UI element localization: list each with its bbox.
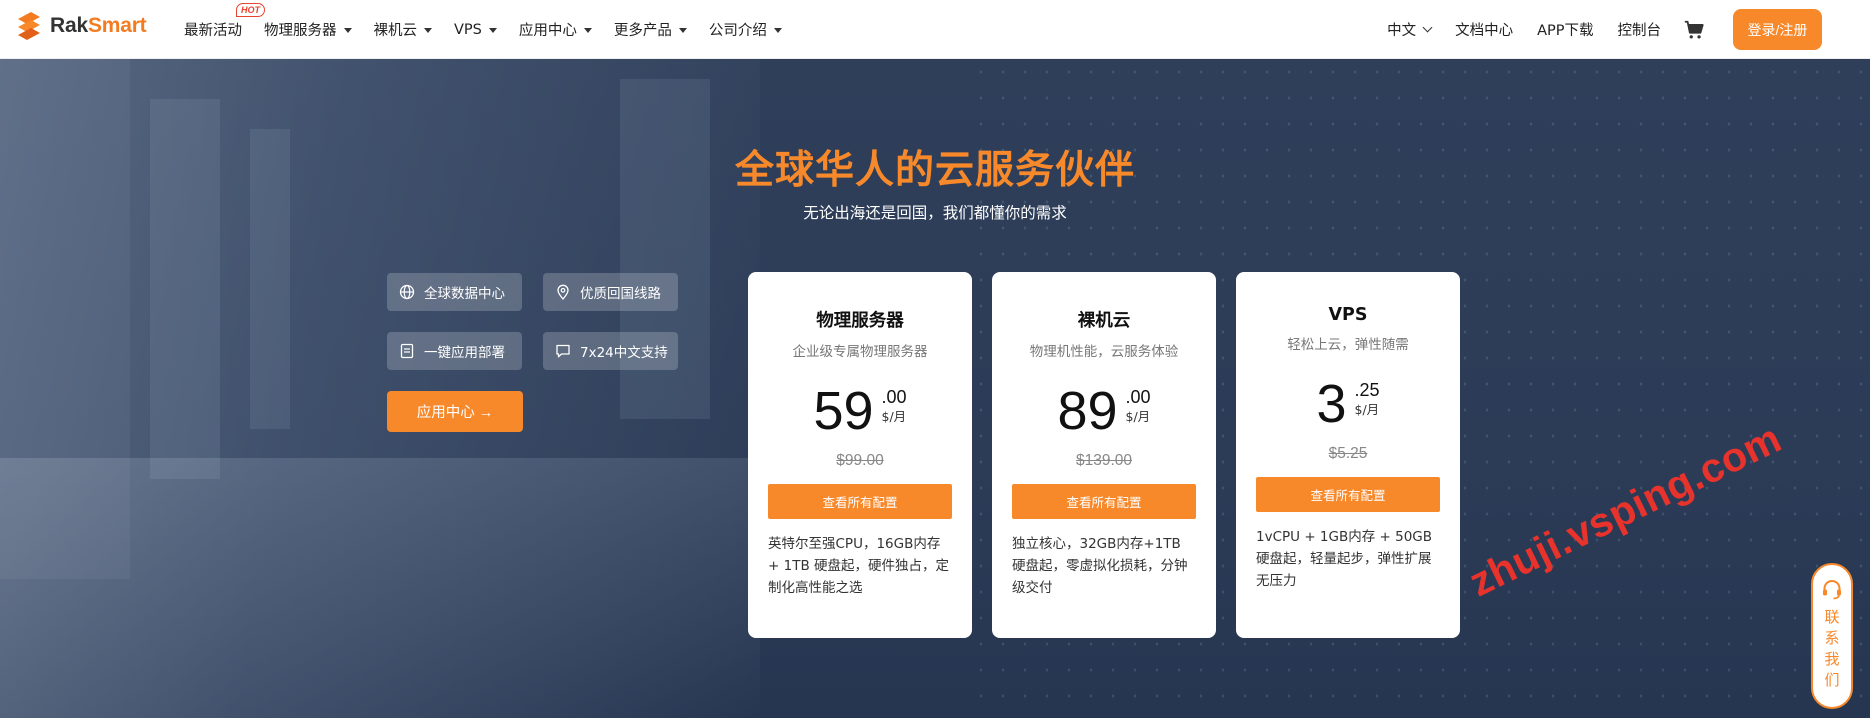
app-center-button[interactable]: 应用中心 → [387,391,523,432]
feature-chinese-support[interactable]: 7x24中文支持 [543,332,678,370]
feature-label: 优质回国线路 [580,286,661,302]
plan-desc: 企业级专属物理服务器 [792,344,928,360]
price-integer: 89 [1057,381,1118,441]
plan-price: 3 .25 $/月 [1236,375,1460,433]
nav-item-latest-events[interactable]: 最新活动 HOT [184,3,265,40]
plan-title: 物理服务器 [816,311,904,331]
original-price: $99.00 [836,452,884,469]
caret-down-icon [343,27,352,33]
language-selector[interactable]: 中文 [1387,19,1433,40]
hero-subtitle: 无论出海还是回国，我们都懂你的需求 [803,204,1067,222]
feature-label: 一键应用部署 [424,345,505,361]
view-configs-button[interactable]: 查看所有配置 [1256,477,1440,512]
caret-down-icon [678,27,687,33]
nav-item-vps[interactable]: VPS [454,22,497,38]
nav-label: 应用中心 [518,23,577,39]
plan-title: VPS [1328,305,1368,325]
original-price: $139.00 [1075,452,1133,469]
hero-title: 全球华人的云服务伙伴 [734,148,1135,193]
language-label: 中文 [1387,23,1417,39]
original-price: $5.25 [1328,445,1368,462]
chat-icon [556,344,570,358]
price-unit: $/月 [881,409,907,424]
console-link[interactable]: 控制台 [1618,19,1662,40]
contact-label: 联系我们 [1824,608,1840,689]
price-integer: 3 [1316,374,1347,434]
utility-nav: 中文 文档中心 APP下载 控制台 登录/注册 [1363,0,1822,59]
caret-down-icon [773,27,782,33]
plan-desc: 轻松上云，弹性随需 [1287,337,1409,353]
nav-label: 更多产品 [613,23,672,39]
nav-label: 裸机云 [373,23,418,39]
hot-badge: HOT [236,3,265,17]
plan-price: 59 .00 $/月 [748,382,972,440]
feature-label: 全球数据中心 [424,286,505,302]
price-decimal: .00 [1125,387,1151,407]
plan-description: 英特尔至强CPU，16GB内存 + 1TB 硬盘起，硬件独占，定制化高性能之选 [768,536,949,596]
price-integer: 59 [813,381,874,441]
plan-description: 独立核心，32GB内存+1TB 硬盘起，零虚拟化损耗，分钟级交付 [1012,536,1188,596]
hero-banner: 全球华人的云服务伙伴 无论出海还是回国，我们都懂你的需求 全球数据中心 优质回国… [0,59,1870,718]
document-icon [400,343,414,359]
feature-one-click-deploy[interactable]: 一键应用部署 [387,332,522,370]
nav-item-about-company[interactable]: 公司介绍 [709,19,782,40]
plan-card-bare-metal-cloud: 裸机云 物理机性能，云服务体验 89 .00 $/月 $139.00 查看所有配… [992,272,1216,638]
caret-down-icon [583,27,592,33]
price-unit: $/月 [1354,402,1380,417]
nav-item-more-products[interactable]: 更多产品 [614,19,687,40]
feature-global-datacenter[interactable]: 全球数据中心 [387,273,522,311]
plan-card-dedicated-server: 物理服务器 企业级专属物理服务器 59 .00 $/月 $99.00 查看所有配… [748,272,972,638]
plan-price: 89 .00 $/月 [992,382,1216,440]
price-unit: $/月 [1125,409,1151,424]
docs-link[interactable]: 文档中心 [1455,19,1513,40]
nav-label: 物理服务器 [264,23,337,39]
logo-text: RakSmart [50,14,147,37]
nav-item-bare-metal-cloud[interactable]: 裸机云 [373,19,432,40]
nav-item-dedicated-server[interactable]: 物理服务器 [264,19,352,40]
view-configs-button[interactable]: 查看所有配置 [768,484,952,519]
location-pin-icon [557,284,569,300]
headset-icon [1823,580,1841,600]
caret-down-icon [424,27,432,33]
view-configs-button[interactable]: 查看所有配置 [1012,484,1196,519]
plan-card-vps: VPS 轻松上云，弹性随需 3 .25 $/月 $5.25 查看所有配置 1vC… [1236,272,1460,638]
caret-down-icon [488,27,497,33]
nav-label: 公司介绍 [708,23,767,39]
app-download-link[interactable]: APP下载 [1537,19,1593,40]
plan-desc: 物理机性能，云服务体验 [1029,344,1179,360]
logo-mark-icon [18,12,40,40]
top-navbar: RakSmart 最新活动 HOT 物理服务器 裸机云 VPS 应用中心 更多产… [0,0,1870,59]
nav-label: 最新活动 [184,23,242,39]
price-decimal: .25 [1354,380,1380,400]
chevron-down-icon [1422,22,1433,33]
nav-label: VPS [454,21,482,38]
contact-us-tab[interactable]: 联系我们 [1811,563,1853,709]
rakasmart-logo[interactable]: RakSmart [14,10,147,42]
price-decimal: .00 [881,387,907,407]
datacenter-floor [0,458,760,718]
cart-icon[interactable] [1683,19,1705,41]
main-nav: 最新活动 HOT 物理服务器 裸机云 VPS 应用中心 更多产品 公司介绍 [184,0,804,59]
nav-item-app-center[interactable]: 应用中心 [519,19,592,40]
globe-icon [399,284,415,300]
login-register-button[interactable]: 登录/注册 [1733,9,1822,50]
plan-title: 裸机云 [1077,311,1131,331]
plan-description: 1vCPU + 1GB内存 + 50GB 硬盘起，轻量起步，弹性扩展无压力 [1256,529,1433,589]
feature-return-route[interactable]: 优质回国线路 [543,273,678,311]
feature-label: 7x24中文支持 [580,345,668,361]
